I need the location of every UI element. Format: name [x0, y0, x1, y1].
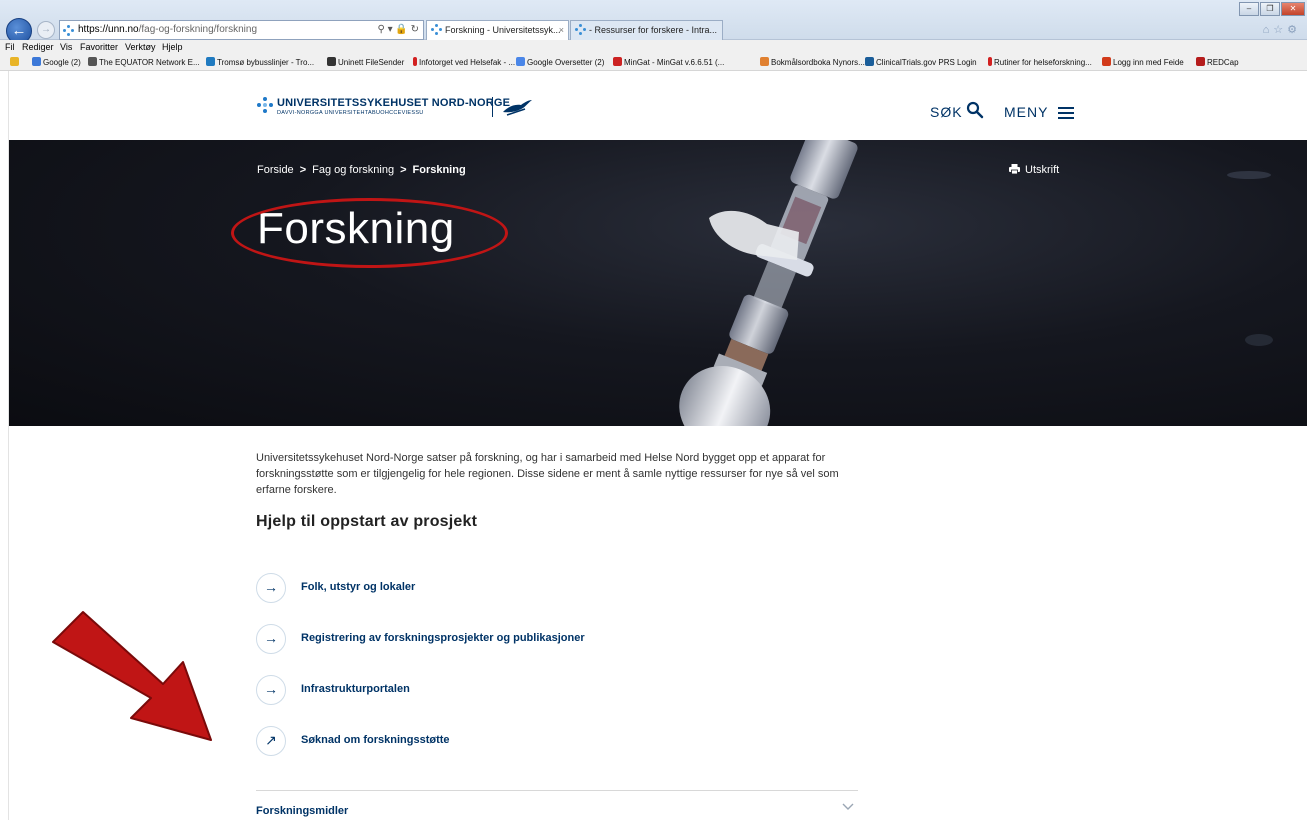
- helse-nord-bird-icon: [503, 100, 532, 116]
- logo-divider: [492, 97, 493, 117]
- breadcrumb-separator-icon: >: [299, 164, 307, 176]
- annotation-circle: [231, 198, 508, 268]
- external-link-icon[interactable]: ↗: [256, 726, 286, 756]
- screen-edge-strip: [0, 71, 9, 820]
- google-icon: [32, 57, 41, 66]
- section-heading: Hjelp til oppstart av prosjekt: [256, 513, 478, 530]
- translate-icon: [516, 57, 525, 66]
- link-folk-utstyr[interactable]: → Folk, utstyr og lokaler: [256, 573, 756, 603]
- site-header: UNIVERSITETSSYKEHUSET NORD-NORGE DAVVI-N…: [9, 71, 1307, 140]
- menu-fil[interactable]: Fil: [5, 42, 15, 52]
- fav-filesender[interactable]: Uninett FileSender: [327, 57, 404, 67]
- arrow-right-icon[interactable]: →: [256, 624, 286, 654]
- tab-close-icon[interactable]: ×: [559, 21, 564, 40]
- address-bar[interactable]: https://unn.no/fag-og-forskning/forsknin…: [59, 20, 424, 40]
- browser-menubar: Fil Rediger Vis Favoritter Verktøy Hjelp: [0, 40, 1307, 54]
- tab-label: Forskning - Universitetssyk...: [445, 25, 561, 35]
- site-favicon-icon: [431, 24, 443, 36]
- fav-google[interactable]: Google (2): [32, 57, 81, 67]
- fav-google-translate[interactable]: Google Oversetter (2): [516, 57, 604, 67]
- menu-hjelp[interactable]: Hjelp: [162, 42, 183, 52]
- hero-banner: Forside > Fag og forskning > Forskning Utskr…: [9, 140, 1307, 426]
- window-controls: – ❐ ✕: [1239, 2, 1305, 16]
- hamburger-menu-icon[interactable]: [1058, 107, 1074, 119]
- fav-bokmalsordboka[interactable]: Bokmålsordboka Nynors...: [760, 57, 865, 67]
- mingat-icon: [613, 57, 622, 66]
- chevron-down-icon[interactable]: [842, 803, 854, 811]
- accordion-label[interactable]: Forskningsmidler: [256, 805, 348, 817]
- breadcrumb-separator-icon: >: [400, 164, 407, 176]
- infotorget-icon: [413, 57, 417, 66]
- menu-favoritter[interactable]: Favoritter: [80, 42, 118, 52]
- logo-title[interactable]: UNIVERSITETSSYKEHUSET NORD-NORGE: [277, 97, 510, 109]
- fav-rutiner[interactable]: Rutiner for helseforskning...: [988, 57, 1092, 67]
- equator-icon: [88, 57, 97, 66]
- feide-icon: [1102, 57, 1111, 66]
- settings-gear-icon[interactable]: ⚙: [1287, 24, 1301, 36]
- restore-icon[interactable]: ❐: [1260, 2, 1280, 16]
- fav-tromso-buss[interactable]: Tromsø bybusslinjer - Tro...: [206, 57, 314, 67]
- site-favicon-icon: [63, 25, 75, 37]
- menu-rediger[interactable]: Rediger: [22, 42, 54, 52]
- annotation-arrow: [52, 611, 212, 741]
- breadcrumb-fag-og-forskning[interactable]: Fag og forskning: [312, 164, 394, 176]
- logo-subtitle: DAVVI-NORGGA UNIVERSITEHTABUOHCCEVIESSU: [277, 110, 424, 116]
- intro-paragraph: Universitetssykehuset Nord-Norge satser …: [256, 452, 839, 496]
- refresh-icon[interactable]: ↻: [411, 24, 419, 35]
- breadcrumb: Forside > Fag og forskning > Forskning: [257, 164, 466, 176]
- search-button[interactable]: SØK: [930, 104, 963, 120]
- unn-logo-icon[interactable]: [257, 97, 273, 113]
- minimize-icon[interactable]: –: [1239, 2, 1259, 16]
- lock-icon: 🔒: [395, 24, 408, 35]
- address-bar-icons: ⚲ ▾ 🔒 ↻: [377, 24, 419, 35]
- filesender-icon: [327, 57, 336, 66]
- browser-tools: ⌂☆⚙: [1263, 23, 1301, 36]
- url-text: https://unn.no/fag-og-forskning/forsknin…: [78, 24, 258, 35]
- print-label: Utskrift: [1025, 164, 1060, 176]
- breadcrumb-current: Forskning: [412, 164, 466, 176]
- hero-syringe-image: [679, 140, 1273, 426]
- fav-mingat[interactable]: MinGat - MinGat v.6.6.51 (...: [613, 57, 724, 67]
- ct-icon: [865, 57, 874, 66]
- rutiner-icon: [988, 57, 992, 66]
- fav-redcap[interactable]: REDCap: [1196, 57, 1239, 67]
- link-label[interactable]: Folk, utstyr og lokaler: [301, 581, 415, 593]
- link-registrering[interactable]: → Registrering av forskningsprosjekter o…: [256, 624, 756, 654]
- bus-icon: [206, 57, 215, 66]
- fav-clinicaltrials[interactable]: ClinicalTrials.gov PRS Login: [865, 57, 977, 67]
- fav-infotorget[interactable]: Infotorget ved Helsefak - ...: [413, 57, 515, 67]
- favorites-star-icon[interactable]: ☆: [1273, 24, 1287, 36]
- tab-ressurser[interactable]: - Ressurser for forskere - Intra...: [570, 20, 723, 40]
- dictionary-icon: [760, 57, 769, 66]
- link-infrastrukturportalen[interactable]: → Infrastrukturportalen: [256, 675, 756, 705]
- tab-label: - Ressurser for forskere - Intra...: [589, 25, 718, 35]
- accordion-forskningsmidler[interactable]: Forskningsmidler: [256, 790, 858, 820]
- link-label[interactable]: Søknad om forskningsstøtte: [301, 734, 450, 746]
- link-label[interactable]: Infrastrukturportalen: [301, 683, 410, 695]
- fav-equator[interactable]: The EQUATOR Network E...: [88, 57, 200, 67]
- forward-button[interactable]: →: [37, 21, 55, 39]
- tab-forskning[interactable]: Forskning - Universitetssyk... ×: [426, 20, 569, 40]
- link-soknad-forskningsstotte[interactable]: ↗ Søknad om forskningsstøtte: [256, 726, 756, 756]
- favorites-bar: Google (2) The EQUATOR Network E... Trom…: [0, 54, 1307, 71]
- arrow-right-icon[interactable]: →: [256, 675, 286, 705]
- breadcrumb-forside[interactable]: Forside: [257, 164, 294, 176]
- menu-button[interactable]: MENY: [1004, 104, 1048, 120]
- menu-verktoy[interactable]: Verktøy: [125, 42, 156, 52]
- arrow-right-icon[interactable]: →: [256, 573, 286, 603]
- close-icon[interactable]: ✕: [1281, 2, 1305, 16]
- printer-icon: [1009, 164, 1020, 174]
- print-button[interactable]: Utskrift: [1009, 164, 1059, 176]
- redcap-icon: [1196, 57, 1205, 66]
- search-icon[interactable]: ⚲: [377, 24, 384, 35]
- site-favicon-icon: [575, 24, 587, 36]
- screenshot: ← → https://unn.no/fag-og-forskning/fors…: [0, 0, 1307, 820]
- search-icon[interactable]: [966, 101, 984, 119]
- home-icon[interactable]: ⌂: [1263, 24, 1274, 36]
- link-label[interactable]: Registrering av forskningsprosjekter og …: [301, 632, 585, 644]
- fav-feide[interactable]: Logg inn med Feide: [1102, 57, 1184, 67]
- menu-vis[interactable]: Vis: [60, 42, 72, 52]
- browser-titlebar: ← → https://unn.no/fag-og-forskning/fors…: [0, 0, 1307, 44]
- favorites-star-icon: [10, 57, 21, 67]
